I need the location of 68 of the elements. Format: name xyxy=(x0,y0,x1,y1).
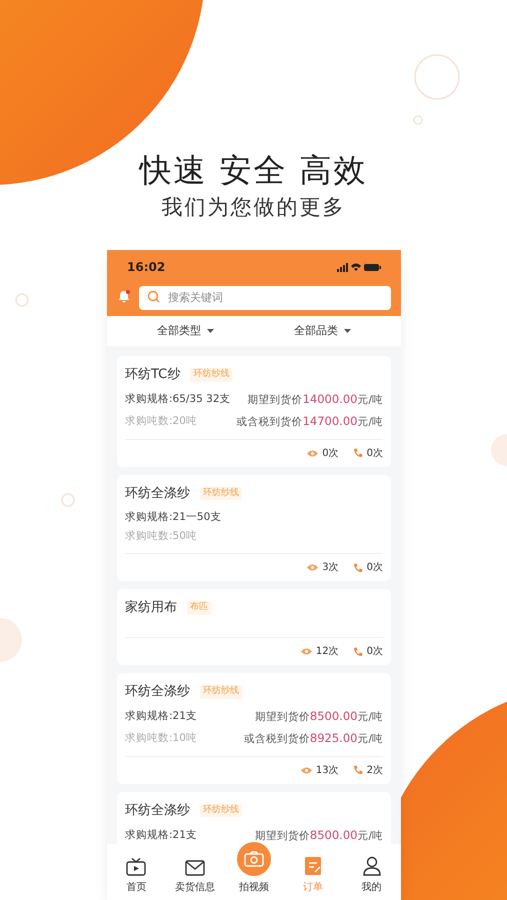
call-count: 0次 xyxy=(366,645,383,659)
order-card[interactable]: 环纺全涤纱 环纺纱线 求购规格:21一50支 求购吨数:50吨 3次 0次 xyxy=(117,474,391,581)
eye-icon xyxy=(307,450,318,456)
view-count: 3次 xyxy=(322,561,339,575)
request-detail: 求购规格:21一50支 xyxy=(125,510,222,524)
order-card[interactable]: 家纺用布 布匹 12次 0次 xyxy=(117,589,391,665)
request-detail: 求购吨数:10吨 xyxy=(125,730,197,746)
phone-icon xyxy=(352,562,363,572)
caret-icon xyxy=(344,329,351,333)
tab-item[interactable]: 拍视频 xyxy=(224,842,284,895)
person-icon xyxy=(362,856,381,876)
category-tag: 环纺纱线 xyxy=(200,685,242,699)
order-card[interactable]: 环纺全涤纱 环纺纱线 求购规格:21支 期望到货价8500.00元/吨 求购吨数:10吨 或含税到货价8925.00元/吨 13次 2次 xyxy=(117,673,391,784)
card-title: 环纺全涤纱 xyxy=(125,683,190,702)
decoration-ring xyxy=(414,54,460,100)
category-tag: 环纺纱线 xyxy=(200,804,242,818)
view-count: 0次 xyxy=(322,446,339,460)
request-detail: 求购规格:65/35 32支 xyxy=(125,392,230,407)
call-count: 0次 xyxy=(366,446,383,460)
tv-icon xyxy=(126,858,146,876)
filter-dropdown[interactable]: 全部品类 xyxy=(294,322,351,340)
phone-icon xyxy=(352,765,363,775)
call-count: 2次 xyxy=(366,764,383,778)
category-tag: 布匹 xyxy=(187,601,211,615)
card-title: 环纺TC纱 xyxy=(125,366,180,384)
eye-icon xyxy=(300,648,312,655)
tab-item[interactable]: 我的 xyxy=(342,856,401,895)
status-time: 16:02 xyxy=(127,259,166,276)
bell-icon[interactable] xyxy=(117,289,131,303)
record-button[interactable] xyxy=(236,842,271,876)
price-text: 或含税到货价8925.00元/吨 xyxy=(244,730,383,747)
phone-icon xyxy=(352,646,363,656)
card-title: 环纺全涤纱 xyxy=(125,484,190,503)
mail-icon xyxy=(185,860,206,876)
request-detail: 求购吨数:20吨 xyxy=(125,414,197,429)
view-count: 13次 xyxy=(316,764,339,778)
request-detail: 求购吨数:50吨 xyxy=(125,529,197,544)
decoration-ring xyxy=(15,293,29,307)
view-count: 12次 xyxy=(316,645,339,659)
search-field[interactable]: 搜索关键词 xyxy=(139,286,391,310)
price-text: 或含税到货价14700.00元/吨 xyxy=(236,412,383,430)
decoration-ring xyxy=(413,115,423,125)
document-icon xyxy=(304,856,322,876)
caret-icon xyxy=(207,329,214,333)
call-count: 0次 xyxy=(366,561,383,575)
status-icons xyxy=(337,262,381,272)
eye-icon xyxy=(307,564,318,571)
request-detail: 求购规格:21支 xyxy=(125,709,197,724)
search-icon xyxy=(147,290,160,302)
eye-icon xyxy=(300,766,312,774)
camera-icon xyxy=(244,851,264,867)
tab-item[interactable]: 卖货信息 xyxy=(166,856,225,895)
tab-item[interactable]: 首页 xyxy=(107,856,166,895)
filter-dropdown[interactable]: 全部类型 xyxy=(157,322,214,340)
card-title: 环纺全涤纱 xyxy=(125,802,190,820)
request-detail: 求购规格:21支 xyxy=(125,828,197,842)
category-tag: 环纺纱线 xyxy=(190,368,232,382)
card-title: 家纺用布 xyxy=(125,599,177,618)
price-text: 期望到货价8500.00元/吨 xyxy=(254,826,383,844)
category-tag: 环纺纱线 xyxy=(200,486,242,500)
decoration-ring xyxy=(61,493,75,507)
price-text: 期望到货价8500.00元/吨 xyxy=(254,708,383,725)
headline: 快速 安全 高效 xyxy=(139,150,368,190)
order-card[interactable]: 环纺TC纱 环纺纱线 求购规格:65/35 32支 期望到货价14000.00元/吨 求购吨数:20吨 或含税到货价14700.00元/吨 0次 0次 xyxy=(117,356,391,466)
price-text: 期望到货价14000.00元/吨 xyxy=(248,391,383,408)
phone-icon xyxy=(352,448,363,458)
order-card[interactable]: 环纺全涤纱 环纺纱线 求购规格:21支 期望到货价8500.00元/吨 xyxy=(117,792,391,844)
subtitle: 我们为您做的更多 xyxy=(162,194,346,221)
